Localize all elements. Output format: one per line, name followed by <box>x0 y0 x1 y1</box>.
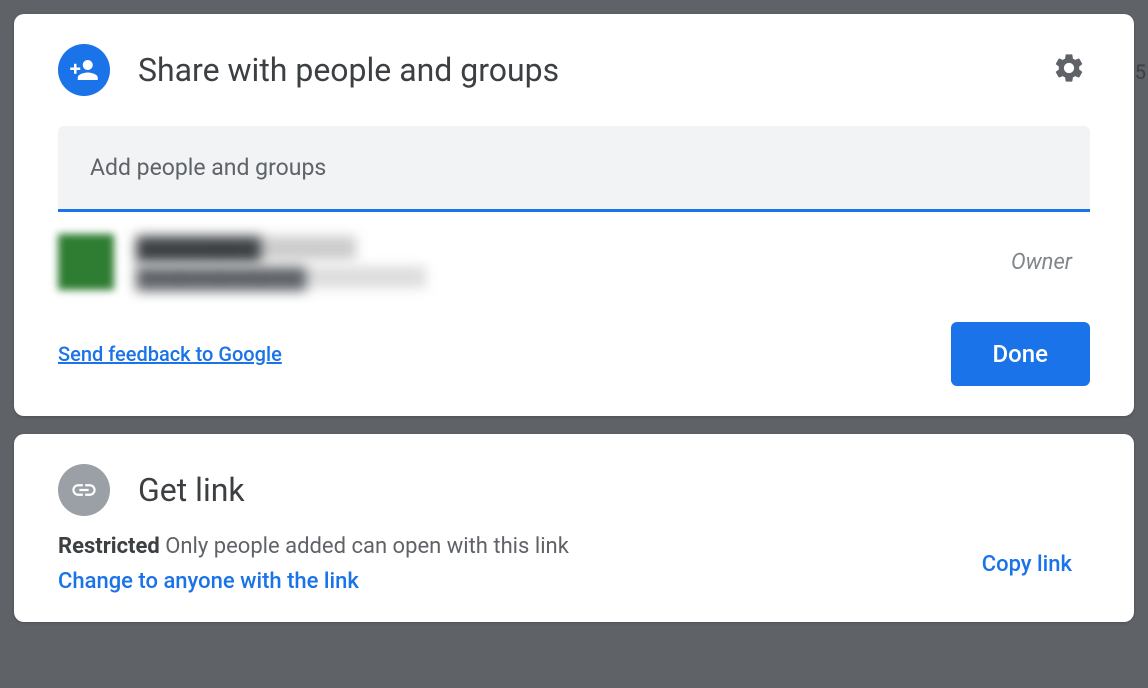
background-page-number: 5 <box>1135 60 1146 84</box>
add-people-input[interactable] <box>58 126 1090 212</box>
get-link-body: Restricted Only people added can open wi… <box>14 534 1134 622</box>
share-header: Share with people and groups <box>14 14 1134 116</box>
settings-button[interactable] <box>1048 47 1090 93</box>
restricted-line: Restricted Only people added can open wi… <box>58 534 569 559</box>
avatar <box>58 234 114 290</box>
get-link-title: Get link <box>138 471 245 509</box>
share-card: Share with people and groups ████████ ██… <box>14 14 1134 416</box>
person-info: ████████ ████████████ <box>136 236 989 288</box>
person-email: ████████████ <box>136 266 426 288</box>
person-add-icon <box>58 44 110 96</box>
role-label: Owner <box>1011 250 1072 275</box>
copy-link-button[interactable]: Copy link <box>982 552 1072 577</box>
get-link-card: Get link Restricted Only people added ca… <box>14 434 1134 622</box>
share-card-footer: Send feedback to Google Done <box>14 300 1134 416</box>
link-description: Restricted Only people added can open wi… <box>58 534 569 594</box>
add-people-field-wrap <box>58 126 1090 212</box>
link-icon <box>58 464 110 516</box>
feedback-link[interactable]: Send feedback to Google <box>58 342 282 366</box>
owner-row: ████████ ████████████ Owner <box>14 212 1134 300</box>
restricted-label: Restricted <box>58 534 160 559</box>
share-title: Share with people and groups <box>138 51 1020 89</box>
restricted-desc: Only people added can open with this lin… <box>165 534 569 559</box>
done-button[interactable]: Done <box>951 322 1091 386</box>
gear-icon <box>1052 51 1086 89</box>
get-link-header: Get link <box>14 434 1134 534</box>
change-to-anyone-link[interactable]: Change to anyone with the link <box>58 569 569 594</box>
share-dialog-container: Share with people and groups ████████ ██… <box>14 14 1134 678</box>
person-name: ████████ <box>136 236 356 260</box>
